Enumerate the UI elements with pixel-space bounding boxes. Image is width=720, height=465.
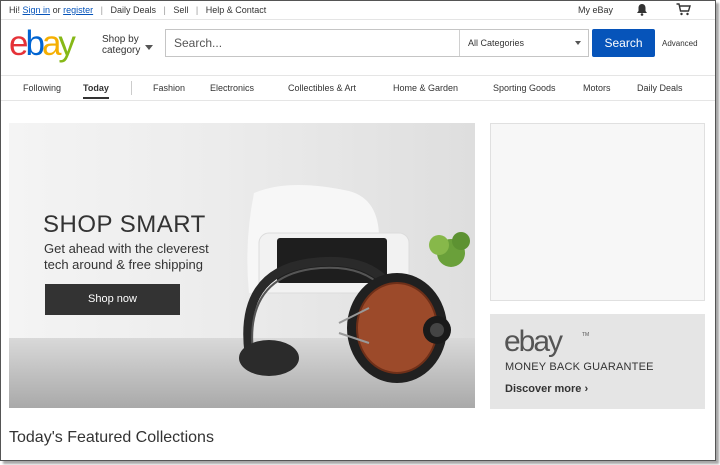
cart-icon[interactable] <box>676 3 691 18</box>
hero-banner[interactable]: SHOP SMART Get ahead with the cleverest … <box>9 123 475 408</box>
nav-item-collectibles-art[interactable]: Collectibles & Art <box>288 83 356 93</box>
nav-item-fashion[interactable]: Fashion <box>153 83 185 93</box>
help-contact-link[interactable]: Help & Contact <box>206 5 267 15</box>
bell-icon[interactable] <box>636 3 648 18</box>
shop-now-button[interactable]: Shop now <box>45 284 180 315</box>
shop-by-line2: category <box>102 45 141 56</box>
chevron-down-icon <box>145 42 153 53</box>
discover-more-link[interactable]: Discover more › <box>505 383 588 395</box>
headphones-image <box>239 184 470 383</box>
greeting-text: Hi! <box>9 5 20 15</box>
nav-item-sporting-goods[interactable]: Sporting Goods <box>493 83 556 93</box>
logo-letter-b: b <box>25 24 45 63</box>
category-select-value: All Categories <box>468 38 525 48</box>
featured-collections-heading: Today's Featured Collections <box>9 429 214 446</box>
nav-item-following[interactable]: Following <box>23 83 61 93</box>
logo-letter-y: y <box>58 24 75 63</box>
logo-letter-a: a <box>41 24 62 63</box>
separator: | <box>195 5 199 15</box>
shop-by-category-button[interactable]: Shop by category <box>102 34 153 56</box>
top-utility-bar: Hi! Sign in or register | Daily Deals | … <box>1 1 715 20</box>
hero-subtitle-line2: tech around & free shipping <box>44 257 203 272</box>
separator: | <box>163 5 166 15</box>
hero-subtitle: Get ahead with the cleverest tech around… <box>44 241 264 273</box>
logo-letter-e: e <box>9 24 29 63</box>
nav-item-electronics[interactable]: Electronics <box>210 83 254 93</box>
trademark-mark: TM <box>582 332 590 338</box>
search-bar: All Categories <box>165 29 589 57</box>
my-ebay-link[interactable]: My eBay <box>578 5 613 15</box>
ad-placeholder <box>490 123 705 301</box>
money-back-guarantee-card[interactable]: ebay TM MONEY BACK GUARANTEE Discover mo… <box>490 314 705 409</box>
shop-by-line1: Shop by <box>102 34 139 45</box>
sign-in-link[interactable]: Sign in <box>23 5 51 15</box>
category-nav: Following Today Fashion Electronics Coll… <box>1 75 715 101</box>
browser-page: Hi! Sign in or register | Daily Deals | … <box>0 0 716 461</box>
daily-deals-link[interactable]: Daily Deals <box>110 5 156 15</box>
hero-title: SHOP SMART <box>43 211 206 238</box>
caret-down-icon <box>575 41 581 45</box>
advanced-search-link[interactable]: Advanced <box>662 39 698 48</box>
hero-subtitle-line1: Get ahead with the cleverest <box>44 241 209 256</box>
guarantee-label: MONEY BACK GUARANTEE <box>505 361 654 373</box>
greeting-area: Hi! Sign in or register | Daily Deals | … <box>9 5 266 15</box>
search-input[interactable] <box>166 30 457 56</box>
category-select[interactable]: All Categories <box>459 30 589 56</box>
register-link[interactable]: register <box>63 5 93 15</box>
search-button[interactable]: Search <box>592 29 655 57</box>
guarantee-ebay-logo: ebay <box>504 325 563 358</box>
separator: | <box>100 5 103 15</box>
nav-divider <box>131 81 132 95</box>
nav-item-motors[interactable]: Motors <box>583 83 611 93</box>
or-text: or <box>52 5 61 15</box>
sell-link[interactable]: Sell <box>173 5 188 15</box>
nav-item-daily-deals[interactable]: Daily Deals <box>637 83 683 93</box>
nav-item-today[interactable]: Today <box>83 83 109 99</box>
nav-item-home-garden[interactable]: Home & Garden <box>393 83 458 93</box>
ebay-logo[interactable]: ebay <box>9 24 76 63</box>
